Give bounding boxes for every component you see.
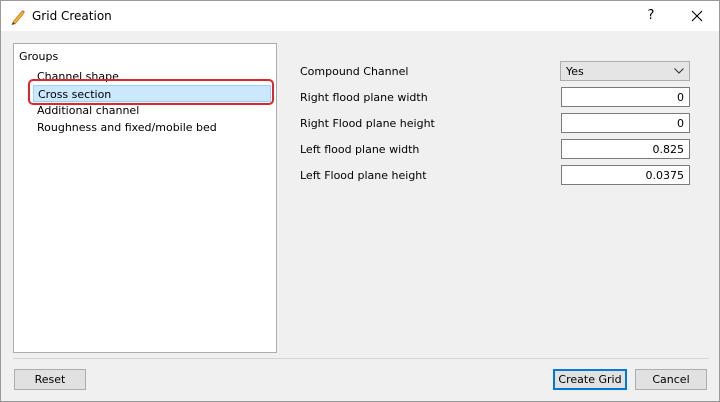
close-button[interactable] (677, 1, 717, 31)
grid-creation-dialog: Grid Creation ? Groups Channel shape Cro… (0, 0, 720, 402)
groups-heading: Groups (19, 50, 59, 63)
footer-divider (13, 358, 709, 359)
annotation-highlight (28, 79, 274, 105)
title-bar[interactable]: Grid Creation ? (1, 1, 719, 31)
window-title: Grid Creation (32, 9, 112, 23)
reset-button[interactable]: Reset (14, 369, 86, 390)
tree-item-roughness[interactable]: Roughness and fixed/mobile bed (37, 119, 217, 136)
left-flood-plane-width-label: Left flood plane width (300, 143, 420, 156)
right-flood-plane-width-input[interactable] (561, 87, 690, 107)
left-flood-plane-height-input[interactable] (561, 165, 690, 185)
cancel-button[interactable]: Cancel (635, 369, 707, 390)
right-flood-plane-height-input[interactable] (561, 113, 690, 133)
right-flood-plane-height-label: Right Flood plane height (300, 117, 435, 130)
compound-channel-label: Compound Channel (300, 65, 409, 78)
chevron-down-icon (674, 68, 684, 74)
compound-channel-select[interactable]: Yes (560, 61, 690, 81)
close-icon (691, 10, 703, 22)
left-flood-plane-width-input[interactable] (561, 139, 690, 159)
right-flood-plane-width-label: Right flood plane width (300, 91, 428, 104)
pencil-icon (9, 8, 27, 26)
left-flood-plane-height-label: Left Flood plane height (300, 169, 427, 182)
help-button[interactable]: ? (631, 1, 671, 31)
compound-channel-value: Yes (566, 65, 584, 78)
create-grid-button[interactable]: Create Grid (553, 369, 627, 390)
